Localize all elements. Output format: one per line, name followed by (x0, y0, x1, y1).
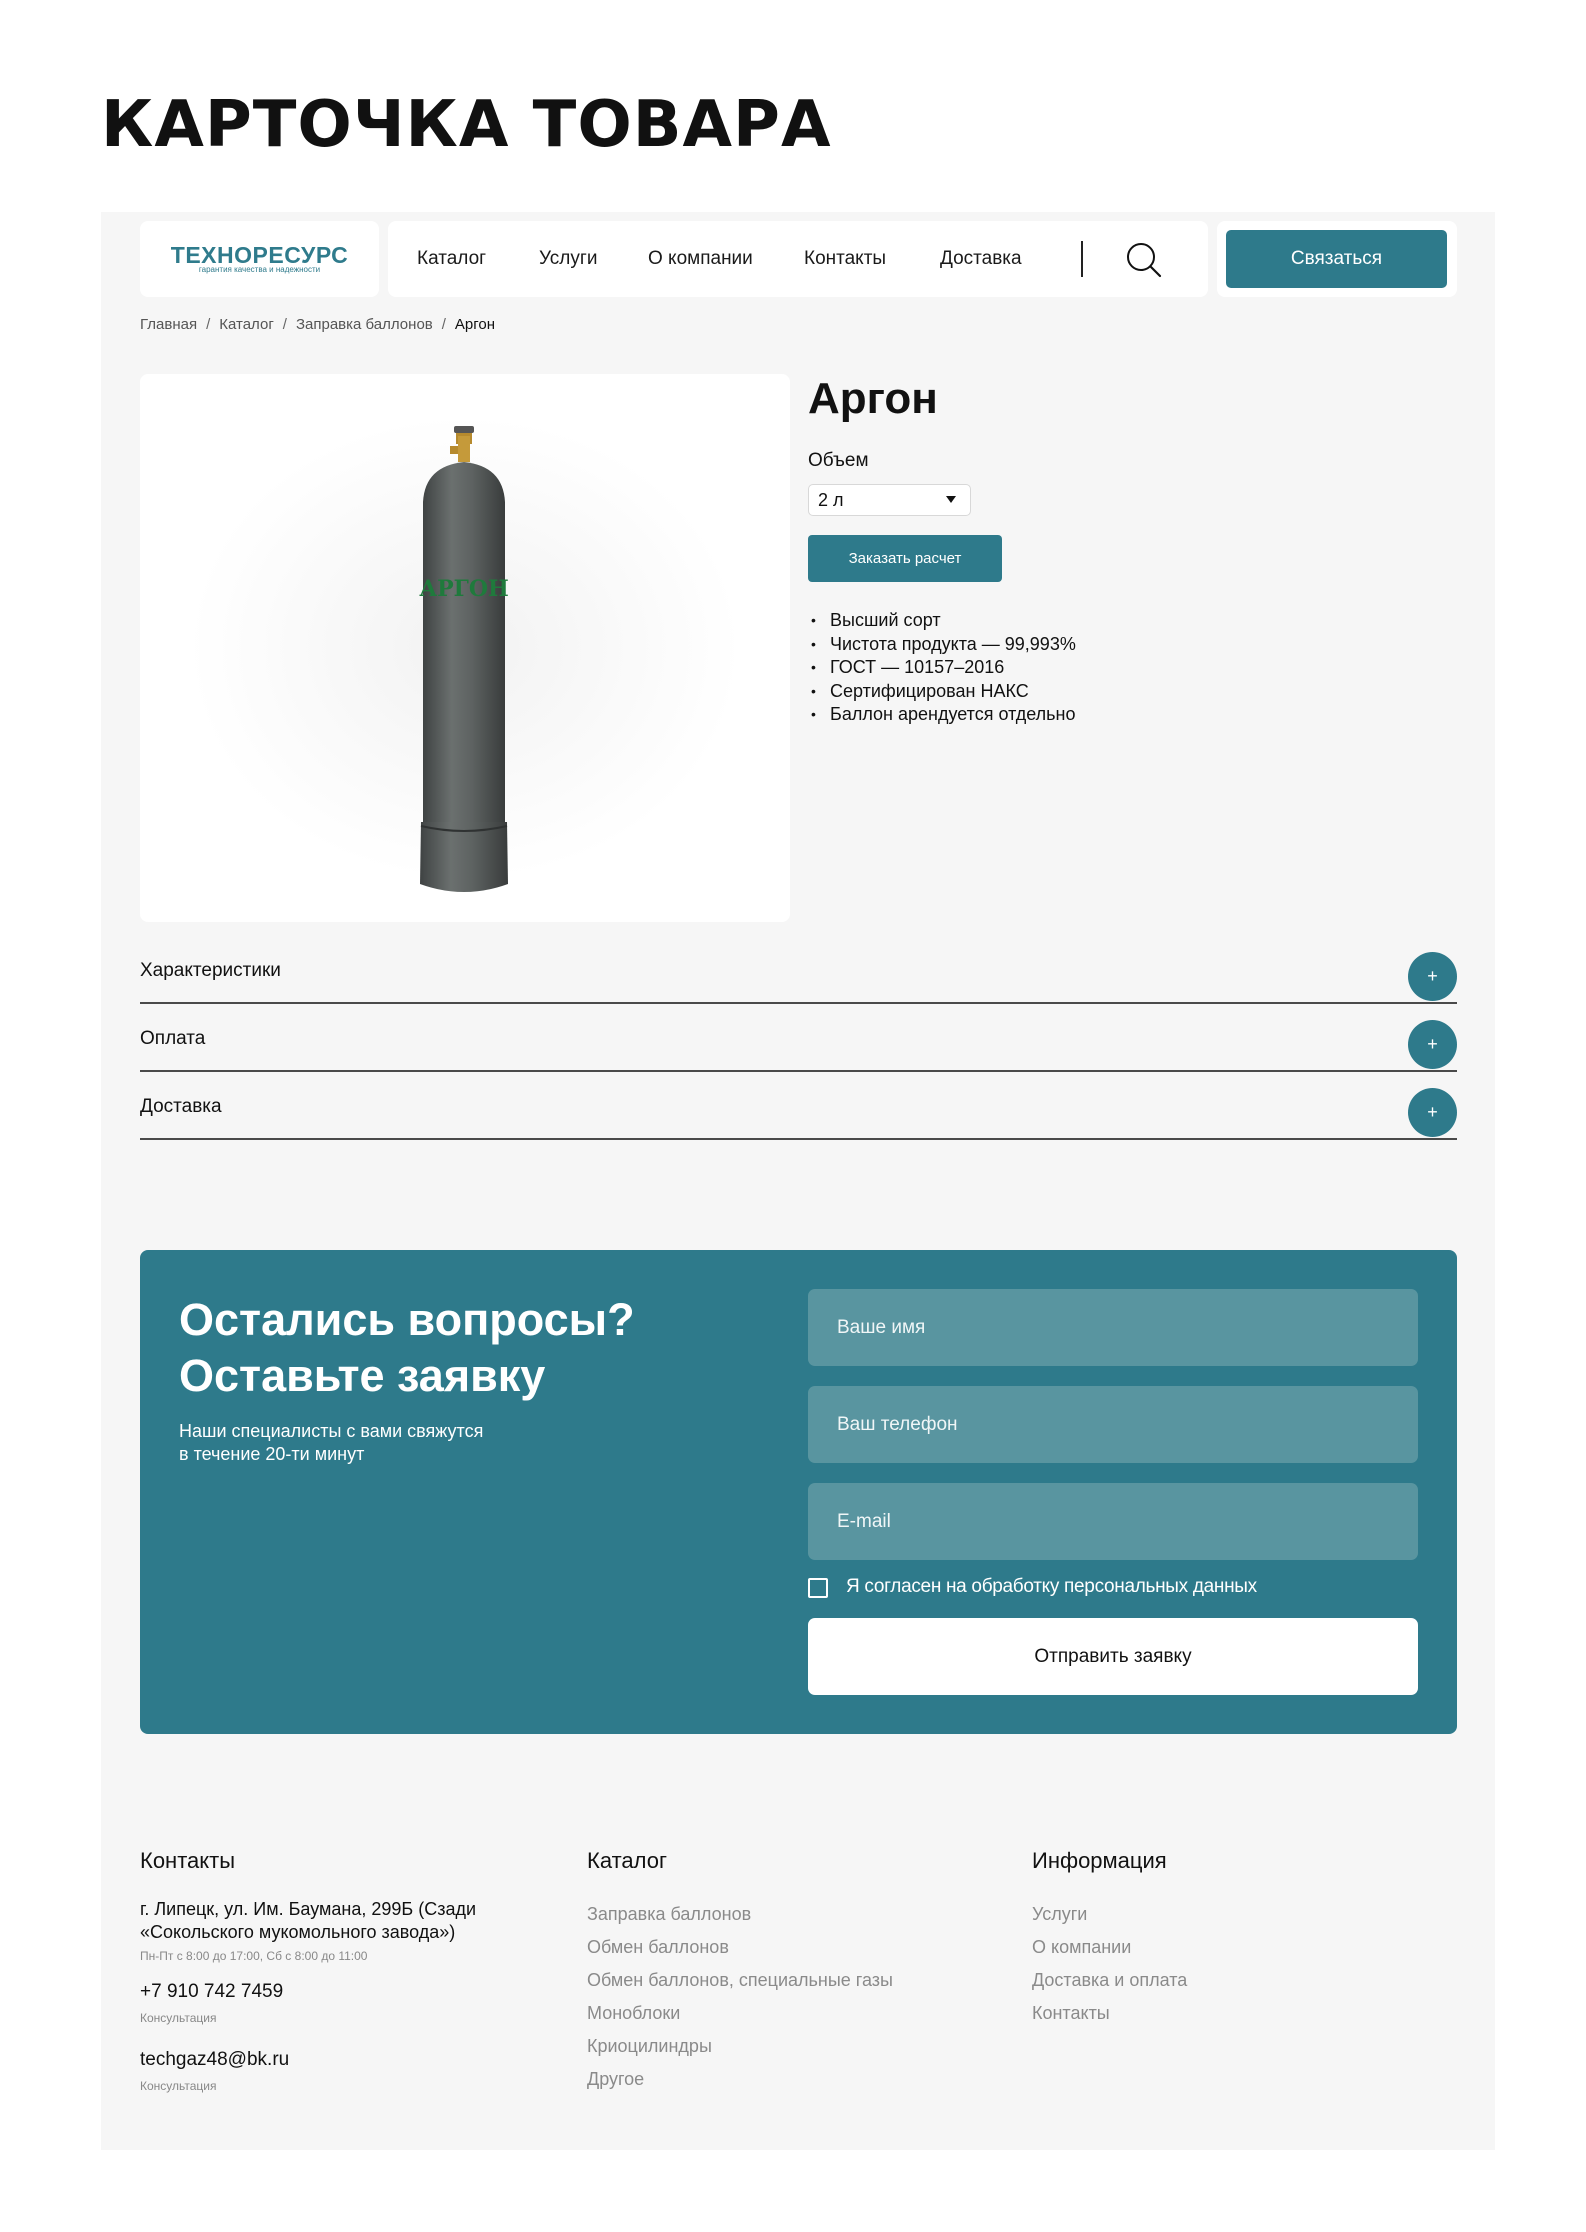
accordion-characteristics[interactable]: Характеристики + (140, 936, 1457, 1004)
contact-button-wrap: Связаться (1217, 221, 1457, 297)
footer-info-title: Информация (1032, 1848, 1167, 1873)
nav-item-delivery[interactable]: Доставка (940, 221, 1022, 297)
breadcrumb-catalog[interactable]: Каталог (219, 316, 274, 333)
footer-info-link[interactable]: Доставка и оплата (1032, 1964, 1187, 1997)
breadcrumb-separator: / (441, 316, 446, 333)
nav-item-about[interactable]: О компании (648, 221, 753, 297)
footer-address: г. Липецк, ул. Им. Баумана, 299Б (Сзади … (140, 1899, 477, 1942)
cylinder-label: АРГОН (419, 576, 509, 602)
nav-item-services[interactable]: Услуги (539, 221, 597, 297)
feature-item: Чистота продукта — 99,993% (808, 633, 1076, 657)
accordion-delivery[interactable]: Доставка + (140, 1072, 1457, 1140)
lead-form-section: Остались вопросы? Оставьте заявку Наши с… (140, 1250, 1457, 1734)
accordion-label: Доставка (140, 1096, 222, 1117)
footer-catalog-link[interactable]: Обмен баллонов (587, 1931, 893, 1964)
footer-email-note: Консультация (140, 2079, 217, 2093)
logo-tagline: гарантия качества и надежности (198, 265, 321, 274)
accordion-label: Характеристики (140, 960, 281, 981)
breadcrumb-separator: / (282, 316, 287, 333)
product-title: Аргон (808, 374, 938, 423)
footer-catalog-link[interactable]: Криоцилиндры (587, 2030, 893, 2063)
footer-catalog-title: Каталог (587, 1848, 667, 1873)
caret-down-icon (946, 496, 956, 503)
footer-contacts-title: Контакты (140, 1848, 236, 1873)
footer-info-link[interactable]: Контакты (1032, 1997, 1187, 2030)
feature-item: Сертифицирован НАКС (808, 680, 1076, 704)
lead-form-title: Остались вопросы? Оставьте заявку (179, 1292, 635, 1404)
accordion-payment[interactable]: Оплата + (140, 1004, 1457, 1072)
contact-button[interactable]: Связаться (1226, 230, 1447, 288)
footer-catalog-link[interactable]: Обмен баллонов, специальные газы (587, 1964, 893, 1997)
footer-catalog: Каталог Заправка баллонов Обмен баллонов… (587, 1848, 893, 2096)
order-calculation-button[interactable]: Заказать расчет (808, 535, 1002, 582)
lead-title-line: Остались вопросы? (179, 1294, 635, 1345)
footer-catalog-link[interactable]: Моноблоки (587, 1997, 893, 2030)
breadcrumb-current: Аргон (454, 316, 496, 333)
footer-info: Информация Услуги О компании Доставка и … (1032, 1848, 1187, 2030)
lead-form-subtitle: Наши специалисты с вами свяжутся в течен… (179, 1420, 539, 1466)
submit-request-button[interactable]: Отправить заявку (808, 1618, 1418, 1695)
lead-subtitle-line: Наши специалисты с вами свяжутся (179, 1421, 484, 1441)
breadcrumb-home[interactable]: Главная (140, 316, 197, 333)
email-field[interactable] (808, 1483, 1418, 1560)
volume-select[interactable]: 2 л (808, 484, 971, 516)
footer-catalog-link[interactable]: Другое (587, 2063, 893, 2096)
footer-hours: Пн-Пт с 8:00 до 17:00, Сб с 8:00 до 11:0… (140, 1949, 368, 1963)
plus-icon[interactable]: + (1408, 1020, 1457, 1069)
breadcrumb-category[interactable]: Заправка баллонов (296, 316, 433, 333)
plus-icon[interactable]: + (1408, 1088, 1457, 1137)
volume-selected-value: 2 л (818, 489, 844, 510)
nav-item-catalog[interactable]: Каталог (417, 221, 486, 297)
product-page-mockup: ТЕХНОРЕСУРС гарантия качества и надежнос… (101, 212, 1495, 2150)
breadcrumb: Главная / Каталог / Заправка баллонов / Аргон (140, 316, 495, 333)
logo-name: ТЕХНОРЕСУРС (170, 242, 349, 268)
feature-item: Баллон арендуется отдельно (808, 703, 1076, 727)
footer-email[interactable]: techgaz48@bk.ru (140, 2049, 520, 2071)
footer-info-link[interactable]: О компании (1032, 1931, 1187, 1964)
footer-phone-note: Консультация (140, 2011, 217, 2025)
accordion-label: Оплата (140, 1028, 206, 1049)
volume-label: Объем (808, 450, 869, 471)
feature-item: ГОСТ — 10157–2016 (808, 656, 1076, 680)
footer-phone[interactable]: +7 910 742 7459 (140, 1981, 520, 2003)
footer-catalog-link[interactable]: Заправка баллонов (587, 1898, 893, 1931)
consent-checkbox[interactable] (808, 1578, 828, 1598)
main-nav: Каталог Услуги О компании Контакты Доста… (388, 221, 1208, 297)
search-icon[interactable] (1125, 241, 1163, 279)
gas-cylinder-image: АРГОН (419, 426, 509, 892)
breadcrumb-separator: / (206, 316, 211, 333)
product-features: Высший сорт Чистота продукта — 99,993% Г… (808, 609, 1076, 727)
footer-info-link[interactable]: Услуги (1032, 1898, 1187, 1931)
logo[interactable]: ТЕХНОРЕСУРС гарантия качества и надежнос… (140, 221, 379, 297)
nav-divider (1081, 241, 1083, 277)
lead-title-line: Оставьте заявку (179, 1350, 546, 1401)
product-image: АРГОН (140, 374, 790, 922)
nav-item-contacts[interactable]: Контакты (804, 221, 886, 297)
lead-subtitle-line: в течение 20-ти минут (179, 1444, 365, 1464)
feature-item: Высший сорт (808, 609, 1076, 633)
page-heading: КАРТОЧКА ТОВАРА (101, 88, 832, 162)
footer-contacts: Контакты г. Липецк, ул. Им. Баумана, 299… (140, 1848, 520, 2093)
plus-icon[interactable]: + (1408, 952, 1457, 1001)
name-field[interactable] (808, 1289, 1418, 1366)
consent-label[interactable]: Я согласен на обработку персональных дан… (846, 1576, 1257, 1598)
phone-field[interactable] (808, 1386, 1418, 1463)
